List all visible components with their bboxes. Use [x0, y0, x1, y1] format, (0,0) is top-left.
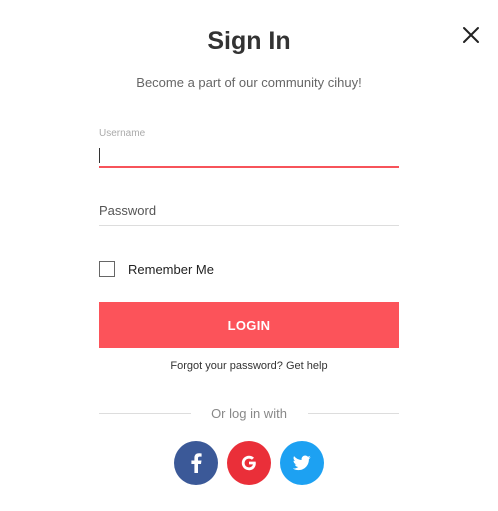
username-label: Username: [99, 128, 146, 139]
login-button[interactable]: LOGIN: [99, 302, 399, 348]
modal-subtitle: Become a part of our community cihuy!: [136, 75, 362, 90]
forgot-password: Forgot your password? Get help: [0, 360, 498, 372]
forgot-password-text: Forgot your password?: [170, 360, 283, 372]
remember-me-toggle[interactable]: Remember Me: [99, 260, 214, 278]
modal-title: Sign In: [207, 27, 291, 55]
divider-text: Or log in with: [211, 406, 287, 421]
facebook-login-button[interactable]: [174, 441, 218, 485]
facebook-icon: [191, 453, 202, 473]
username-input[interactable]: [99, 144, 399, 168]
remember-me-label: Remember Me: [128, 261, 214, 277]
password-input[interactable]: [99, 196, 399, 226]
remember-me-checkbox[interactable]: [99, 261, 115, 277]
twitter-icon: [293, 455, 311, 471]
get-help-link[interactable]: Get help: [286, 360, 328, 372]
text-caret: [99, 148, 100, 163]
twitter-login-button[interactable]: [280, 441, 324, 485]
google-login-button[interactable]: [227, 441, 271, 485]
google-icon: [241, 455, 256, 471]
divider-right: [308, 413, 399, 414]
